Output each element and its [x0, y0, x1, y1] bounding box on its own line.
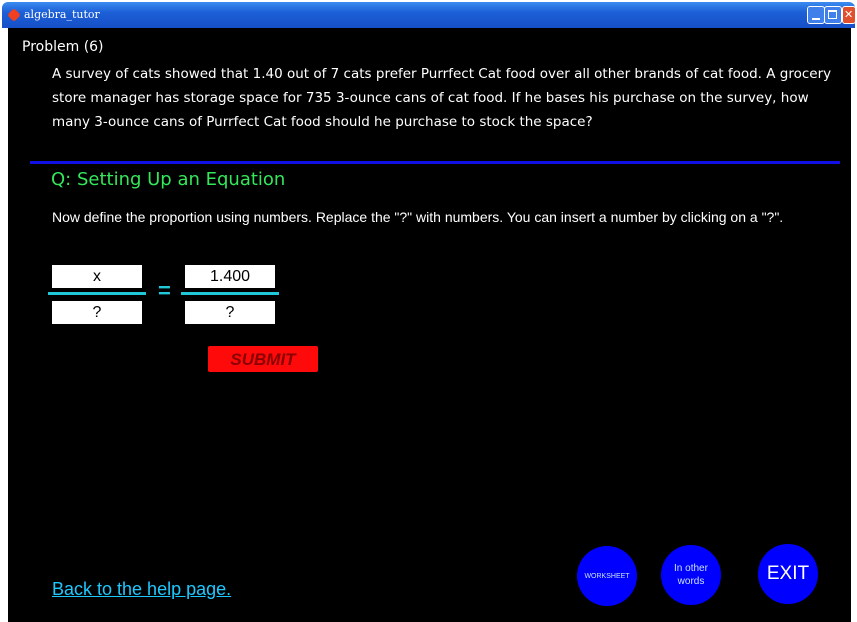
right-fraction-bar — [181, 292, 279, 295]
left-numerator-box[interactable]: x — [52, 265, 142, 288]
app-icon — [7, 8, 21, 22]
submit-button[interactable]: SUBMIT — [208, 346, 318, 372]
left-fraction-bar — [48, 292, 146, 295]
close-icon[interactable] — [842, 6, 856, 24]
left-denominator-box[interactable]: ? — [52, 301, 142, 324]
problem-title: Problem (6) — [22, 39, 104, 55]
equals-sign: = — [158, 278, 171, 303]
problem-text: A survey of cats showed that 1.40 out of… — [52, 66, 832, 130]
exit-button[interactable]: EXIT — [758, 544, 818, 604]
back-to-help-link[interactable]: Back to the help page. — [52, 579, 231, 600]
right-denominator-box[interactable]: ? — [185, 301, 275, 324]
worksheet-button[interactable]: WORKSHEET — [577, 546, 637, 606]
tutor-panel: Problem (6) A survey of cats showed that… — [8, 28, 851, 622]
maximize-icon[interactable] — [824, 6, 842, 24]
app-window: algebra_tutor Problem (6) A survey of ca… — [0, 0, 857, 622]
instructions-text: Now define the proportion using numbers.… — [52, 209, 784, 225]
question-title: Q: Setting Up an Equation — [51, 169, 286, 190]
minimize-icon[interactable] — [807, 6, 825, 24]
right-numerator-box[interactable]: 1.400 — [185, 265, 275, 288]
in-other-words-button[interactable]: In other words — [661, 545, 721, 605]
section-divider — [30, 161, 840, 164]
window-title: algebra_tutor — [24, 8, 100, 21]
title-bar[interactable]: algebra_tutor — [2, 2, 856, 28]
